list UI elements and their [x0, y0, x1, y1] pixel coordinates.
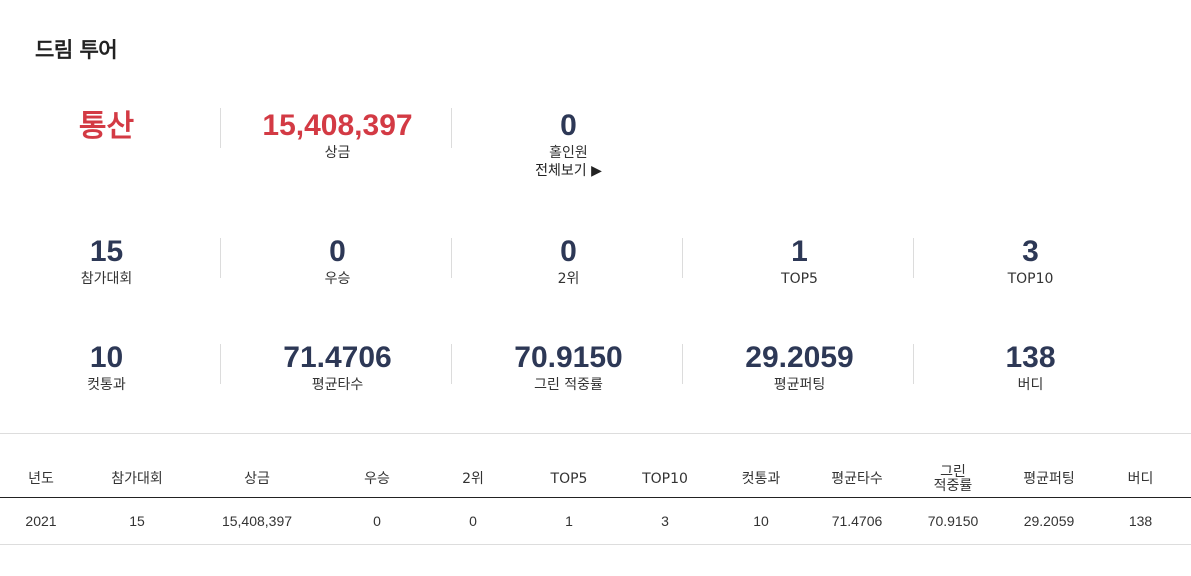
- view-all-link[interactable]: 전체보기 ▶: [453, 162, 684, 180]
- stat-hole-in-one: 0 홀인원 전체보기 ▶: [453, 108, 684, 180]
- stat-value: 138: [1005, 341, 1056, 374]
- summary-row: 통산 15,408,397 상금 0 홀인원 전체보기 ▶: [0, 108, 1146, 198]
- divider: [220, 108, 221, 148]
- divider: [913, 238, 914, 278]
- stat-value: 0: [560, 235, 577, 268]
- stat-label: 그린 적중률: [534, 377, 603, 393]
- col-top10: TOP10: [624, 460, 706, 498]
- career-label-text: 통산: [78, 110, 135, 143]
- cell-wins: 0: [322, 497, 432, 545]
- col-avg-strokes: 평균타수: [816, 460, 898, 498]
- divider: [451, 108, 452, 148]
- stat-value: 0: [329, 235, 346, 268]
- stat-label: TOP10: [1007, 271, 1054, 287]
- cell-year: 2021: [0, 497, 82, 545]
- season-table: 년도 참가대회 상금 우승 2위 TOP5 TOP10 컷통과 평균타수 그린 적…: [0, 460, 1191, 545]
- divider: [913, 344, 914, 384]
- stat-value: 10: [89, 341, 124, 374]
- stat-value: 3: [1022, 235, 1039, 268]
- col-events: 참가대회: [82, 460, 192, 498]
- stat-top5: 1 TOP5: [684, 234, 915, 288]
- divider: [451, 344, 452, 384]
- stat-wins: 0 우승: [222, 234, 453, 288]
- col-top5: TOP5: [514, 460, 624, 498]
- stat-top10: 3 TOP10: [915, 234, 1146, 288]
- cell-prize: 15,408,397: [192, 497, 322, 545]
- stat-value: 29.2059: [745, 341, 854, 374]
- stat-events: 15 참가대회: [0, 234, 222, 288]
- col-prize: 상금: [192, 460, 322, 498]
- table-header-row: 년도 참가대회 상금 우승 2위 TOP5 TOP10 컷통과 평균타수 그린 적…: [0, 460, 1191, 498]
- stat-label: 평균타수: [311, 377, 364, 393]
- col-wins: 우승: [322, 460, 432, 498]
- cell-second: 0: [432, 497, 514, 545]
- hole-in-one-value: 0: [560, 109, 577, 142]
- divider: [682, 344, 683, 384]
- divider: [682, 238, 683, 278]
- cell-avg-putts: 29.2059: [1008, 497, 1090, 545]
- stat-second: 0 2위: [453, 234, 684, 288]
- cell-avg-strokes: 71.4706: [816, 497, 898, 545]
- table-row: 2021 15 15,408,397 0 0 1 3 10 71.4706 70…: [0, 497, 1191, 545]
- cell-events: 15: [82, 497, 192, 545]
- divider: [220, 238, 221, 278]
- stat-avg-putts: 29.2059 평균퍼팅: [684, 340, 915, 394]
- stat-avg-strokes: 71.4706 평균타수: [222, 340, 453, 394]
- cell-top5: 1: [514, 497, 624, 545]
- prize-label: 상금: [324, 145, 351, 161]
- stat-label: 평균퍼팅: [773, 377, 826, 393]
- cell-birdies: 138: [1090, 497, 1191, 545]
- col-year: 년도: [0, 460, 82, 498]
- stat-birdies: 138 버디: [915, 340, 1146, 394]
- stats-row-1: 15 참가대회 0 우승 0 2위 1 TOP5 3 TOP10: [0, 234, 1146, 324]
- divider: [220, 344, 221, 384]
- stats-row-2: 10 컷통과 71.4706 평균타수 70.9150 그린 적중률 29.20…: [0, 340, 1146, 430]
- col-greens-line2: 적중률: [933, 477, 973, 494]
- col-cuts: 컷통과: [706, 460, 816, 498]
- section-divider: [0, 433, 1191, 434]
- col-second: 2위: [432, 460, 514, 498]
- stat-prize: 15,408,397 상금: [222, 108, 453, 162]
- cell-cuts: 10: [706, 497, 816, 545]
- stat-value: 15: [89, 235, 124, 268]
- col-greens: 그린 적중률: [898, 460, 1008, 498]
- career-label: 통산: [0, 109, 222, 145]
- stat-label: 우승: [324, 271, 351, 287]
- stat-label: 컷통과: [87, 377, 126, 393]
- stat-label: TOP5: [781, 271, 818, 287]
- col-birdies: 버디: [1090, 460, 1191, 498]
- stat-label: 버디: [1017, 377, 1044, 393]
- stat-value: 71.4706: [283, 341, 392, 374]
- divider: [451, 238, 452, 278]
- page-title: 드림 투어: [35, 38, 118, 62]
- hole-in-one-label: 홀인원: [549, 145, 588, 161]
- cell-top10: 3: [624, 497, 706, 545]
- stat-value: 70.9150: [514, 341, 623, 374]
- cell-greens: 70.9150: [898, 497, 1008, 545]
- stat-greens: 70.9150 그린 적중률: [453, 340, 684, 394]
- prize-value: 15,408,397: [262, 109, 413, 142]
- stat-label: 2위: [557, 271, 580, 287]
- stat-label: 참가대회: [80, 271, 133, 287]
- stat-cuts: 10 컷통과: [0, 340, 222, 394]
- stat-value: 1: [791, 235, 808, 268]
- col-avg-putts: 평균퍼팅: [1008, 460, 1090, 498]
